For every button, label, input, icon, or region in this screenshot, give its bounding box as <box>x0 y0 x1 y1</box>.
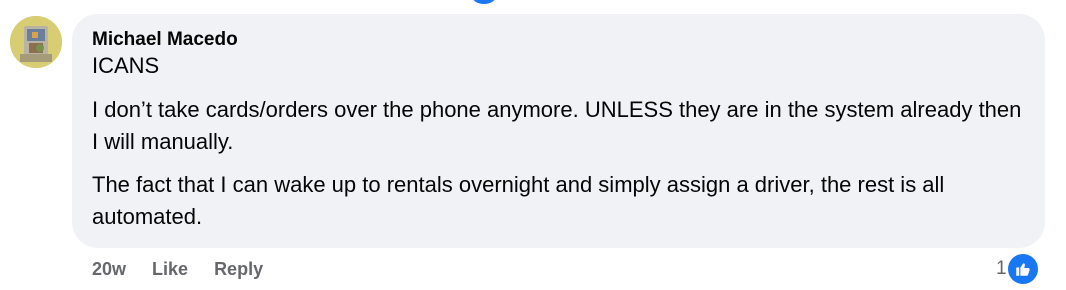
thumbs-up-icon <box>1007 254 1038 284</box>
reply-button[interactable]: Reply <box>214 259 263 280</box>
avatar-photo-icon <box>10 16 62 68</box>
reaction-count: 1 <box>996 258 1007 279</box>
comment-author[interactable]: Michael Macedo <box>92 29 1025 51</box>
comment-timestamp[interactable]: 20w <box>92 259 126 280</box>
comment-org-line: ICANS <box>92 53 160 78</box>
avatar[interactable] <box>10 16 62 68</box>
comment-actions: 20w Like Reply <box>92 256 263 282</box>
reaction-summary[interactable]: 1 <box>996 254 1038 284</box>
comment-bubble: Michael Macedo ICANS I don’t take cards/… <box>72 14 1045 248</box>
comment-paragraph-1: I don’t take cards/orders over the phone… <box>92 97 1022 154</box>
comment-paragraph-2: The fact that I can wake up to rentals o… <box>92 172 945 229</box>
scroll-indicator-dot <box>472 0 496 4</box>
like-button[interactable]: Like <box>152 259 188 280</box>
